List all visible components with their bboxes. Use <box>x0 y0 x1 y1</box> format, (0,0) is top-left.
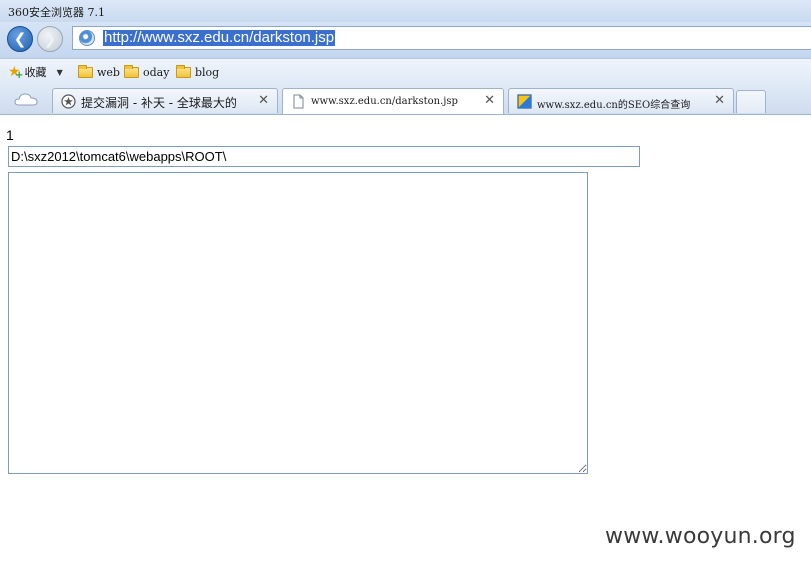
tab-label: www.sxz.edu.cn/darkston.jsp <box>311 96 458 107</box>
path-input[interactable] <box>8 146 640 167</box>
folder-icon <box>124 64 139 78</box>
site-icon <box>79 30 95 46</box>
back-button[interactable]: ❮ <box>7 26 33 52</box>
address-bar[interactable]: http://www.sxz.edu.cn/darkston.jsp <box>72 26 811 50</box>
forward-button[interactable]: ❯ <box>37 26 63 52</box>
close-icon[interactable]: ✕ <box>714 93 725 108</box>
seo-icon <box>517 94 532 109</box>
folder-label: web <box>97 65 120 79</box>
dropdown-arrow-icon[interactable]: ▼ <box>57 68 63 77</box>
page-icon <box>293 94 304 109</box>
content-textarea[interactable] <box>8 172 588 474</box>
favorites-bar: ★ 收藏 ▼ web oday blog <box>0 59 811 86</box>
favorites-folder-blog[interactable]: blog <box>176 64 220 79</box>
page-content: 1 www.wooyun.org <box>0 115 811 567</box>
tab-darkston[interactable]: www.sxz.edu.cn/darkston.jsp ✕ <box>282 88 504 114</box>
back-arrow-icon: ❮ <box>13 30 27 48</box>
butian-icon <box>61 94 76 109</box>
tab-label: www.sxz.edu.cn的SEO综合查询 <box>537 100 691 111</box>
tab-butian[interactable]: 提交漏洞 - 补天 - 全球最大的 ✕ <box>52 88 278 113</box>
folder-icon <box>176 64 191 78</box>
favorites-star-icon: ★ <box>8 65 23 83</box>
favorites-folder-oday[interactable]: oday <box>124 64 170 79</box>
favorites-folder-web[interactable]: web <box>78 64 120 79</box>
folder-label: blog <box>195 65 220 79</box>
favorites-button[interactable]: ★ 收藏 ▼ <box>8 65 63 83</box>
tab-seo[interactable]: www.sxz.edu.cn的SEO综合查询 ✕ <box>508 88 734 113</box>
new-tab-button[interactable] <box>736 90 766 113</box>
tab-label: 提交漏洞 - 补天 - 全球最大的 <box>81 96 237 110</box>
folder-label: oday <box>143 65 170 79</box>
close-icon[interactable]: ✕ <box>484 93 495 108</box>
cloud-icon[interactable] <box>14 93 38 106</box>
navigation-bar: ❮ ❯ http://www.sxz.edu.cn/darkston.jsp <box>0 22 811 59</box>
watermark-text: www.wooyun.org <box>605 524 796 549</box>
favorites-label: 收藏 <box>24 66 47 79</box>
address-url[interactable]: http://www.sxz.edu.cn/darkston.jsp <box>103 30 336 46</box>
tab-strip: 提交漏洞 - 补天 - 全球最大的 ✕ www.sxz.edu.cn/darks… <box>0 86 811 115</box>
title-bar: 360安全浏览器 7.1 <box>0 0 811 22</box>
folder-icon <box>78 64 93 78</box>
forward-arrow-icon: ❯ <box>43 30 57 48</box>
window-title: 360安全浏览器 7.1 <box>8 6 105 19</box>
close-icon[interactable]: ✕ <box>258 93 269 108</box>
counter-text: 1 <box>6 127 14 143</box>
